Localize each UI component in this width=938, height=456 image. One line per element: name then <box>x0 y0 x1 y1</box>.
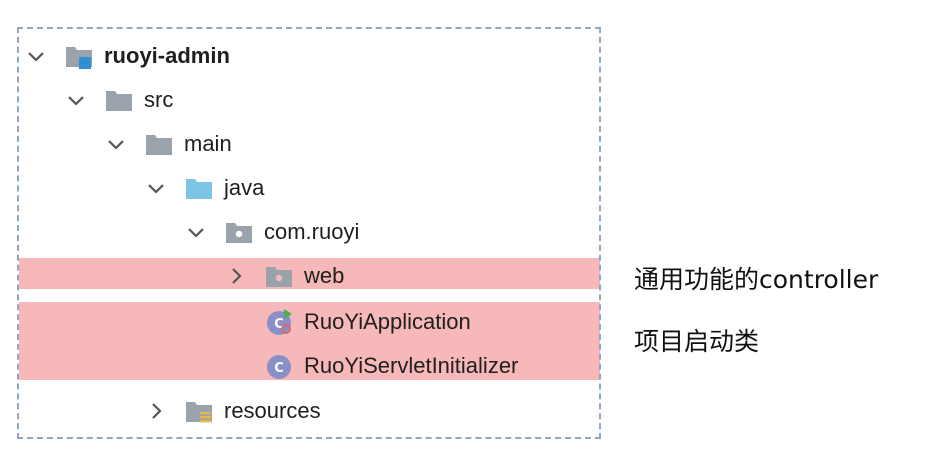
tree-node-java[interactable]: java <box>144 168 264 208</box>
tree-node-web[interactable]: web <box>224 256 344 296</box>
tree-node-ruoyi-admin[interactable]: ruoyi-admin <box>24 36 230 76</box>
source-root-folder-icon <box>184 173 214 203</box>
node-label: RuoYiServletInitializer <box>304 353 519 378</box>
class-icon: C <box>264 351 294 381</box>
node-label: src <box>144 87 174 112</box>
resources-folder-icon <box>184 396 214 426</box>
module-folder-icon <box>64 41 94 71</box>
node-label: java <box>224 175 265 200</box>
node-label: web <box>304 263 345 288</box>
chevron-down-icon[interactable] <box>24 44 48 68</box>
tree-node-com-ruoyi[interactable]: com.ruoyi <box>184 212 359 252</box>
annotation-web: 通用功能的controller <box>634 265 879 294</box>
canvas: ruoyi-admin src main java com.ruoyi web … <box>0 0 938 456</box>
package-icon <box>264 261 294 291</box>
chevron-down-icon[interactable] <box>184 220 208 244</box>
folder-icon <box>144 129 174 159</box>
chevron-right-icon[interactable] <box>144 399 168 423</box>
node-label: RuoYiApplication <box>304 309 471 334</box>
node-label: ruoyi-admin <box>104 43 230 68</box>
node-label: main <box>184 131 232 156</box>
folder-icon <box>104 85 134 115</box>
svg-text:C: C <box>274 361 284 376</box>
tree-node-main[interactable]: main <box>104 124 232 164</box>
runnable-class-icon: C <box>264 307 294 337</box>
node-label: resources <box>224 398 321 423</box>
chevron-down-icon[interactable] <box>104 132 128 156</box>
tree-node-ruoyi-servlet-initializer[interactable]: C RuoYiServletInitializer <box>224 346 518 386</box>
chevron-right-icon[interactable] <box>224 264 248 288</box>
package-icon <box>224 217 254 247</box>
chevron-down-icon[interactable] <box>64 88 88 112</box>
node-label: com.ruoyi <box>264 219 360 244</box>
tree-node-ruoyi-application[interactable]: C RuoYiApplication <box>224 302 471 342</box>
tree-node-src[interactable]: src <box>64 80 173 120</box>
annotation-startup: 项目启动类 <box>634 327 760 356</box>
tree-node-resources[interactable]: resources <box>144 391 321 431</box>
chevron-down-icon[interactable] <box>144 176 168 200</box>
